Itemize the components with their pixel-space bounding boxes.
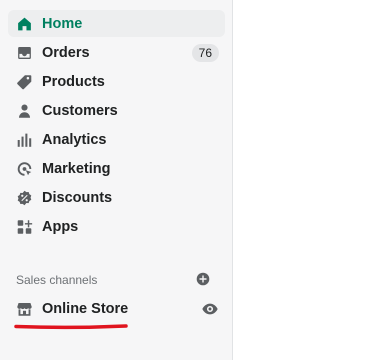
- sidebar-item-label: Home: [42, 15, 83, 32]
- orders-count-badge: 76: [191, 43, 219, 62]
- sidebar-item-discounts[interactable]: Discounts: [8, 184, 225, 211]
- person-icon: [16, 102, 33, 119]
- red-underline-annotation: [14, 323, 128, 330]
- sidebar-item-marketing[interactable]: Marketing: [8, 155, 225, 182]
- sidebar-item-label: Discounts: [42, 189, 113, 206]
- plus-circle-icon[interactable]: [196, 272, 210, 286]
- sidebar-item-products[interactable]: Products: [8, 68, 225, 95]
- sidebar-item-label: Orders: [42, 44, 90, 61]
- eye-icon[interactable]: [201, 300, 219, 318]
- store-icon: [16, 300, 33, 317]
- section-title: Sales channels: [16, 273, 98, 287]
- sidebar-item-label: Products: [42, 73, 105, 90]
- target-icon: [16, 160, 33, 177]
- sidebar-item-label: Online Store: [42, 300, 129, 317]
- tag-icon: [16, 73, 33, 90]
- main-content: [234, 0, 371, 360]
- sidebar-item-label: Marketing: [42, 160, 111, 177]
- sidebar-item-analytics[interactable]: Analytics: [8, 126, 225, 153]
- admin-frame: Home Orders 76 Products Customers Analyt…: [0, 0, 371, 360]
- sidebar-item-label: Analytics: [42, 131, 107, 148]
- sidebar-item-home[interactable]: Home: [8, 10, 225, 37]
- sidebar-item-orders[interactable]: Orders 76: [8, 39, 225, 66]
- discount-icon: [16, 189, 33, 206]
- sales-channels-header: Sales channels: [16, 270, 216, 290]
- orders-icon: [16, 44, 33, 61]
- sidebar: Home Orders 76 Products Customers Analyt…: [0, 0, 233, 360]
- sidebar-item-customers[interactable]: Customers: [8, 97, 225, 124]
- sidebar-item-apps[interactable]: Apps: [8, 213, 225, 240]
- bar-chart-icon: [16, 131, 33, 148]
- home-icon: [16, 15, 33, 32]
- apps-icon: [16, 218, 33, 235]
- sidebar-item-online-store[interactable]: Online Store: [8, 295, 225, 322]
- sidebar-item-label: Customers: [42, 102, 118, 119]
- sidebar-item-label: Apps: [42, 218, 79, 235]
